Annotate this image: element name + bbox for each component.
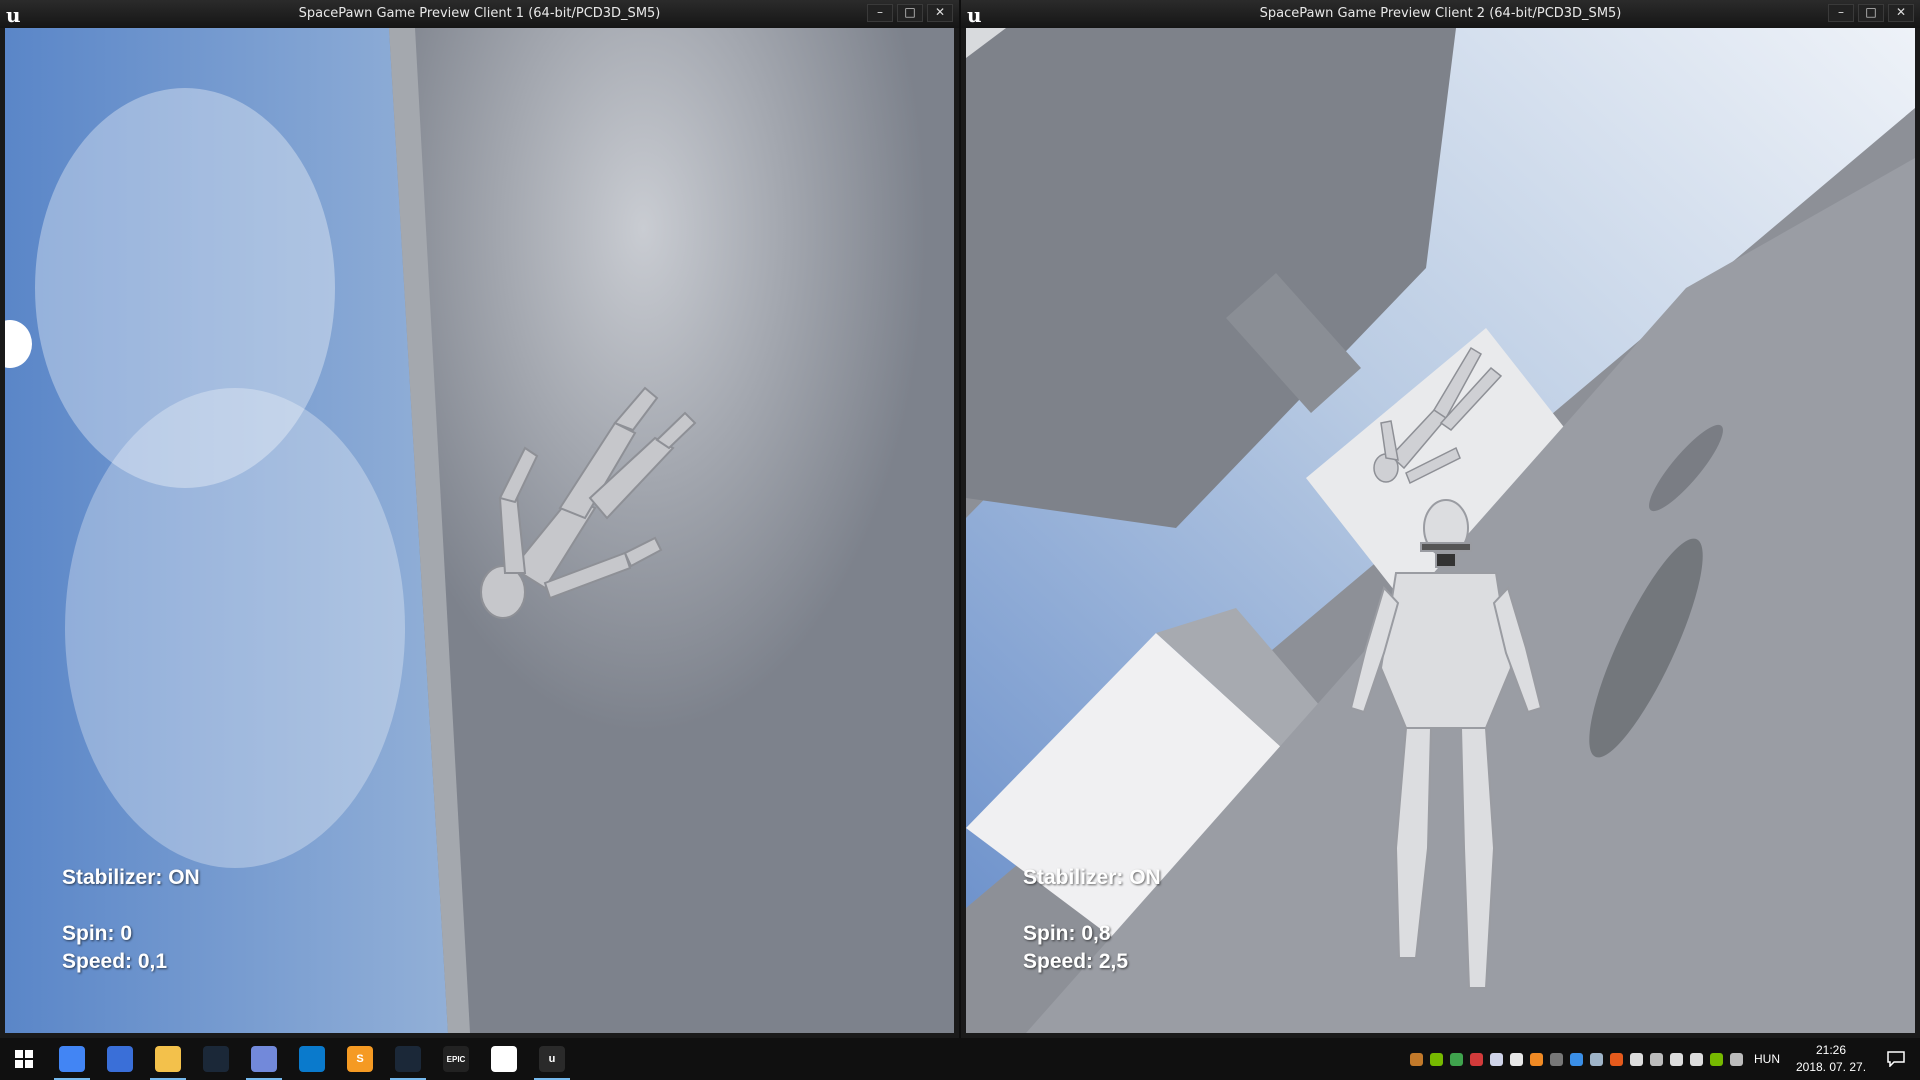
epic-games-icon-glyph: EPIC <box>443 1046 469 1072</box>
tray-orange-icon[interactable] <box>1526 1038 1546 1080</box>
windows-start-icon[interactable] <box>0 1038 48 1080</box>
clock-date: 2018. 07. 27. <box>1795 1060 1867 1074</box>
steam-running-icon-glyph <box>395 1046 421 1072</box>
tray-red-icon[interactable] <box>1466 1038 1486 1080</box>
oculus-icon[interactable] <box>480 1038 528 1080</box>
steam-icon-glyph <box>203 1046 229 1072</box>
game-window-client-2[interactable]: u SpacePawn Game Preview Client 2 (64-bi… <box>961 0 1920 1038</box>
close-button[interactable]: ✕ <box>1888 4 1914 22</box>
oculus-icon-glyph <box>491 1046 517 1072</box>
clock-time: 21:26 <box>1815 1043 1847 1057</box>
network-icon[interactable] <box>1666 1038 1686 1080</box>
discord-tray-icon[interactable] <box>1486 1038 1506 1080</box>
sublime-text-icon[interactable]: S <box>336 1038 384 1080</box>
spin-value: Spin: 0 <box>62 922 133 945</box>
title-bar[interactable]: u SpacePawn Game Preview Client 1 (64-bi… <box>0 0 959 28</box>
vscode-icon[interactable] <box>288 1038 336 1080</box>
chrome-icon-glyph <box>59 1046 85 1072</box>
notification-icon[interactable] <box>1872 1038 1920 1080</box>
discord-icon[interactable] <box>240 1038 288 1080</box>
save-disk-icon[interactable] <box>96 1038 144 1080</box>
hud-overlay: Stabilizer: ON Spin: 0 Speed: 0,1 <box>62 864 200 976</box>
minimize-button[interactable]: – <box>1828 4 1854 22</box>
steam-tray-icon[interactable] <box>1586 1038 1606 1080</box>
maximize-button[interactable]: □ <box>1858 4 1884 22</box>
wifi-icon[interactable] <box>1726 1038 1746 1080</box>
language-indicator[interactable]: HUN <box>1754 1052 1780 1066</box>
unreal-engine-icon-glyph: u <box>539 1046 565 1072</box>
hud-overlay: Stabilizer: ON Spin: 0,8 Speed: 2,5 <box>1023 864 1161 976</box>
file-explorer-icon-glyph <box>155 1046 181 1072</box>
system-tray: HUN 21:26 2018. 07. 27. <box>1406 1038 1920 1080</box>
shield-icon[interactable] <box>1626 1038 1646 1080</box>
title-bar[interactable]: u SpacePawn Game Preview Client 2 (64-bi… <box>961 0 1920 28</box>
nvidia-tray-icon[interactable] <box>1706 1038 1726 1080</box>
clock[interactable]: 21:26 2018. 07. 27. <box>1790 1042 1872 1076</box>
chrome-icon[interactable] <box>48 1038 96 1080</box>
speed-value: Speed: 2,5 <box>1023 950 1129 973</box>
steam-running-icon[interactable] <box>384 1038 432 1080</box>
nvidia-icon[interactable] <box>1426 1038 1446 1080</box>
discord-icon-glyph <box>251 1046 277 1072</box>
onedrive-icon[interactable] <box>1646 1038 1666 1080</box>
wall-surface <box>389 28 954 1033</box>
close-button[interactable]: ✕ <box>927 4 953 22</box>
taskbar-apps: S EPIC u <box>48 1038 576 1080</box>
tray-app-icon[interactable] <box>1406 1038 1426 1080</box>
save-disk-icon-glyph <box>107 1046 133 1072</box>
maximize-button[interactable]: □ <box>897 4 923 22</box>
stabilizer-status: Stabilizer: ON <box>1023 866 1161 889</box>
steam-icon[interactable] <box>192 1038 240 1080</box>
volume-icon[interactable] <box>1686 1038 1706 1080</box>
tray-orange2-icon[interactable] <box>1606 1038 1626 1080</box>
stabilizer-status: Stabilizer: ON <box>62 866 200 889</box>
tray-green-icon[interactable] <box>1446 1038 1466 1080</box>
window-title: SpacePawn Game Preview Client 2 (64-bit/… <box>1259 6 1622 21</box>
tray-epic-icon[interactable] <box>1546 1038 1566 1080</box>
minimize-button[interactable]: – <box>867 4 893 22</box>
taskbar: S EPIC u HUN 21:26 2018. 07. 27. <box>0 1038 1920 1080</box>
tray-blue-icon[interactable] <box>1566 1038 1586 1080</box>
spin-value: Spin: 0,8 <box>1023 922 1111 945</box>
vscode-icon-glyph <box>299 1046 325 1072</box>
window-title: SpacePawn Game Preview Client 1 (64-bit/… <box>298 6 661 21</box>
sublime-text-icon-glyph: S <box>347 1046 373 1072</box>
game-window-client-1[interactable]: u SpacePawn Game Preview Client 1 (64-bi… <box>0 0 959 1038</box>
speed-value: Speed: 0,1 <box>62 950 168 973</box>
cloud-icon[interactable] <box>1506 1038 1526 1080</box>
game-viewport[interactable]: Stabilizer: ON Spin: 0,8 Speed: 2,5 <box>966 28 1915 1033</box>
game-viewport[interactable]: Stabilizer: ON Spin: 0 Speed: 0,1 <box>5 28 954 1033</box>
file-explorer-icon[interactable] <box>144 1038 192 1080</box>
epic-games-icon[interactable]: EPIC <box>432 1038 480 1080</box>
unreal-engine-icon[interactable]: u <box>528 1038 576 1080</box>
